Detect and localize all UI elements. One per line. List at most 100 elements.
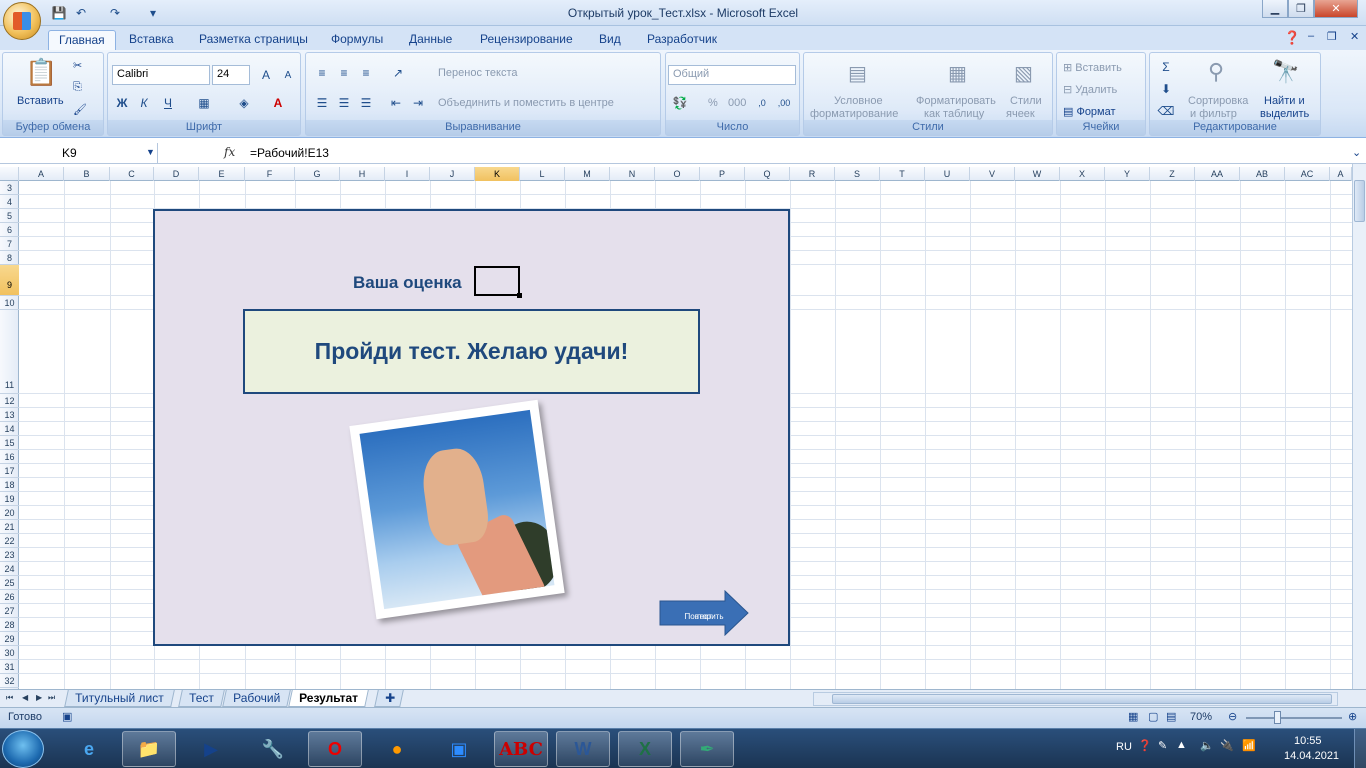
tab-insert[interactable]: Вставка: [119, 30, 184, 50]
column-header[interactable]: C: [110, 167, 154, 181]
sheet-tab-work[interactable]: Рабочий: [222, 690, 292, 707]
column-header[interactable]: B: [64, 167, 110, 181]
media-player-icon[interactable]: ▶: [184, 731, 238, 767]
column-header[interactable]: S: [835, 167, 880, 181]
formula-input[interactable]: =Рабочий!E13: [250, 146, 329, 160]
column-header[interactable]: A: [1330, 167, 1352, 181]
tab-page-layout[interactable]: Разметка страницы: [189, 30, 318, 50]
conditional-formatting-line1[interactable]: Условное: [834, 95, 883, 107]
word-icon[interactable]: W: [556, 731, 610, 767]
help-tray-icon[interactable]: ❓: [1138, 739, 1152, 752]
close-button[interactable]: ✕: [1314, 0, 1358, 18]
row-header[interactable]: 30: [0, 646, 19, 660]
format-as-table-icon[interactable]: ▦: [948, 61, 967, 86]
prev-sheet-icon[interactable]: ◀: [22, 693, 28, 702]
sheet-tab-test[interactable]: Тест: [178, 690, 225, 707]
office-button[interactable]: [3, 2, 41, 40]
decrease-decimal-icon[interactable]: ,00: [774, 93, 794, 113]
copy-icon[interactable]: ⎘: [73, 81, 82, 94]
sort-filter-line2[interactable]: и фильтр: [1190, 108, 1237, 120]
row-header[interactable]: 31: [0, 660, 19, 674]
row-header[interactable]: 20: [0, 506, 19, 520]
align-middle-icon[interactable]: ≡: [334, 63, 354, 83]
column-header[interactable]: Z: [1150, 167, 1195, 181]
format-cells-button[interactable]: ▤ Формат: [1063, 105, 1116, 118]
borders-icon[interactable]: ▦: [194, 93, 214, 113]
align-bottom-icon[interactable]: ≡: [356, 63, 376, 83]
row-header[interactable]: 10: [0, 296, 19, 310]
last-sheet-icon[interactable]: ⏭: [48, 693, 55, 703]
row-header[interactable]: 16: [0, 450, 19, 464]
power-icon[interactable]: 🔌: [1220, 739, 1234, 752]
vertical-scroll-thumb[interactable]: [1354, 180, 1365, 222]
maximize-button[interactable]: ❐: [1288, 0, 1314, 18]
bold-button[interactable]: Ж: [112, 93, 132, 113]
column-header[interactable]: Q: [745, 167, 790, 181]
column-header[interactable]: J: [430, 167, 475, 181]
column-header[interactable]: I: [385, 167, 430, 181]
zoom-level[interactable]: 70%: [1190, 711, 1212, 723]
format-painter-icon[interactable]: 🖌: [73, 103, 87, 116]
ribbon-minimize-icon[interactable]: –: [1308, 30, 1314, 42]
zoom-out-icon[interactable]: ⊖: [1228, 710, 1237, 723]
row-header[interactable]: 4: [0, 195, 19, 209]
column-header[interactable]: E: [199, 167, 245, 181]
find-select-line1[interactable]: Найти и: [1264, 95, 1305, 107]
tool-icon[interactable]: 🔧: [246, 731, 300, 767]
zoom-in-icon[interactable]: ⊕: [1348, 710, 1357, 723]
tab-view[interactable]: Вид: [589, 30, 631, 50]
orientation-icon[interactable]: ↗: [388, 63, 408, 83]
sort-filter-icon[interactable]: ⚲: [1208, 59, 1224, 85]
name-box[interactable]: K9: [0, 143, 158, 163]
help-icon[interactable]: ❓: [1284, 30, 1300, 46]
expand-formula-icon[interactable]: ⌄: [1352, 146, 1361, 159]
align-left-icon[interactable]: ☰: [312, 93, 332, 113]
column-header[interactable]: X: [1060, 167, 1105, 181]
row-header[interactable]: 13: [0, 408, 19, 422]
sort-filter-line1[interactable]: Сортировка: [1188, 95, 1248, 107]
column-header[interactable]: R: [790, 167, 835, 181]
column-header[interactable]: G: [295, 167, 340, 181]
clear-icon[interactable]: ⌫: [1156, 101, 1176, 121]
insert-function-icon[interactable]: fx: [224, 145, 235, 159]
row-header[interactable]: 17: [0, 464, 19, 478]
format-as-table-line1[interactable]: Форматировать: [916, 95, 996, 107]
language-indicator[interactable]: RU: [1116, 741, 1132, 753]
column-header[interactable]: D: [154, 167, 199, 181]
column-header[interactable]: T: [880, 167, 925, 181]
column-header[interactable]: AC: [1285, 167, 1330, 181]
start-button[interactable]: [2, 730, 44, 768]
row-header[interactable]: 32: [0, 674, 19, 688]
column-header[interactable]: Y: [1105, 167, 1150, 181]
sheet-tab-result[interactable]: Результат: [288, 690, 369, 707]
select-all-corner[interactable]: [0, 167, 19, 181]
tab-review[interactable]: Рецензирование: [470, 30, 583, 50]
autosum-icon[interactable]: Σ: [1156, 57, 1176, 77]
column-header[interactable]: W: [1015, 167, 1060, 181]
show-hidden-icons-icon[interactable]: ▲: [1176, 739, 1187, 751]
column-header[interactable]: AA: [1195, 167, 1240, 181]
column-header-selected[interactable]: K: [475, 167, 520, 181]
cut-icon[interactable]: ✂: [73, 59, 82, 72]
clock-date[interactable]: 14.04.2021: [1284, 750, 1339, 762]
column-header[interactable]: U: [925, 167, 970, 181]
clock-time[interactable]: 10:55: [1294, 735, 1322, 747]
row-header[interactable]: 18: [0, 478, 19, 492]
normal-view-icon[interactable]: ▦: [1128, 710, 1138, 723]
fill-color-icon[interactable]: ◈: [234, 93, 254, 113]
underline-button[interactable]: Ч: [158, 93, 178, 113]
row-header-selected[interactable]: 9: [0, 265, 19, 296]
page-layout-view-icon[interactable]: ▢: [1148, 710, 1158, 723]
row-header[interactable]: 22: [0, 534, 19, 548]
number-format-select[interactable]: Общий: [668, 65, 796, 85]
format-as-table-line2[interactable]: как таблицу: [924, 108, 984, 120]
zoom-slider[interactable]: [1246, 717, 1342, 719]
thousands-button[interactable]: 000: [728, 97, 746, 109]
increase-indent-icon[interactable]: ⇥: [408, 93, 428, 113]
next-sheet-icon[interactable]: ▶: [36, 693, 42, 702]
column-header[interactable]: N: [610, 167, 655, 181]
row-header[interactable]: 3: [0, 181, 19, 195]
horizontal-scrollbar[interactable]: [813, 692, 1338, 706]
column-header[interactable]: F: [245, 167, 295, 181]
column-header[interactable]: H: [340, 167, 385, 181]
